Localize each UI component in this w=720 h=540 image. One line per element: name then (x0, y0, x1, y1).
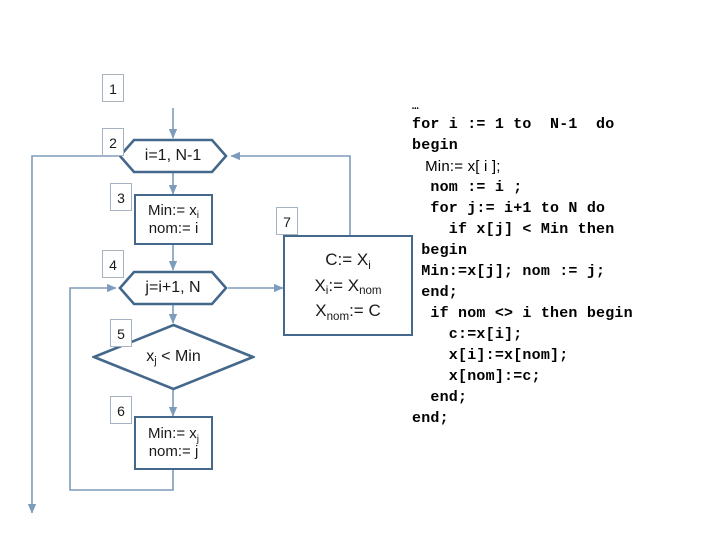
init-min-subscript: i (196, 210, 200, 222)
node-swap[interactable]: C:= Xi Xi:= Xnom Xnom:= C (283, 235, 413, 336)
pascal-code-listing: … for i := 1 to N-1 do begin Min:= x[ i ];… (412, 100, 712, 429)
code-line-6: if x[j] < Min then (412, 221, 615, 238)
node-swap-line3: Xnom:= C (315, 298, 380, 324)
code-line-3: Min:= x[ i ]; (412, 158, 501, 175)
node-swap-line1: C:= Xi (325, 247, 371, 273)
swap-line2-lhs: X (314, 275, 326, 295)
code-line-0: … (412, 101, 420, 113)
step-tag-5: 5 (110, 319, 132, 347)
node-init-min-line1: Min:= xi (147, 201, 200, 222)
code-line-9: end; (412, 284, 459, 301)
code-line-4: nom := i ; (412, 179, 523, 196)
step-tag-2: 2 (102, 128, 124, 156)
node-loop-i-label: i=1, N-1 (144, 147, 202, 164)
swap-line2-rhs-subscript: nom (359, 285, 382, 298)
code-line-14: end; (412, 389, 468, 406)
step-tag-7: 7 (276, 207, 298, 235)
compare-subscript: j (154, 355, 157, 368)
step-tag-1: 1 (102, 74, 124, 102)
compare-op: < Min (156, 348, 201, 365)
swap-line3-lhs: X (315, 301, 327, 321)
code-line-13: x[nom]:=c; (412, 368, 541, 385)
swap-line3-lhs-subscript: nom (326, 310, 350, 323)
code-line-11: c:=x[i]; (412, 326, 523, 343)
code-line-2: begin (412, 137, 459, 154)
update-min-assign: Min:= x (147, 425, 197, 443)
code-line-7: begin (412, 242, 468, 259)
swap-line2-lhs-subscript: i (325, 285, 329, 298)
node-update-min-line1: Min:= xj (147, 425, 200, 445)
step-tag-3: 3 (110, 183, 132, 211)
code-line-1: for i := 1 to N-1 do (412, 116, 615, 133)
step-tag-4: 4 (102, 250, 124, 278)
node-update-min[interactable]: Min:= xj nom:= j (134, 416, 213, 470)
node-compare-label: xj < Min (146, 348, 201, 368)
node-update-min-line2: nom:= j (148, 443, 199, 460)
flowchart-slide: 1 2 3 4 5 6 7 i=1, N-1 Min:= xi nom:= i … (0, 0, 720, 540)
init-min-assign: Min:= x (147, 201, 197, 219)
node-loop-i[interactable]: i=1, N-1 (118, 138, 228, 174)
code-line-10: if nom <> i then begin (412, 305, 633, 322)
code-line-15: end; (412, 410, 449, 427)
swap-line2-rhs: := X (328, 275, 360, 295)
swap-line1-subscript: i (368, 259, 371, 272)
swap-temp-assign: C:= X (325, 250, 369, 270)
code-line-12: x[i]:=x[nom]; (412, 347, 569, 364)
step-tag-6: 6 (110, 396, 132, 424)
code-line-8: Min:=x[j]; nom := j; (412, 263, 606, 280)
code-line-5: for j:= i+1 to N do (412, 200, 606, 217)
node-loop-j-label: j=i+1, N (145, 279, 201, 296)
node-swap-line2: Xi:= Xnom (314, 273, 381, 299)
node-init-min-line2: nom:= i (148, 219, 199, 237)
node-loop-j[interactable]: j=i+1, N (118, 270, 228, 306)
update-min-subscript: j (196, 433, 200, 445)
node-init-min[interactable]: Min:= xi nom:= i (134, 194, 213, 245)
swap-line3-rhs: := C (349, 301, 381, 321)
